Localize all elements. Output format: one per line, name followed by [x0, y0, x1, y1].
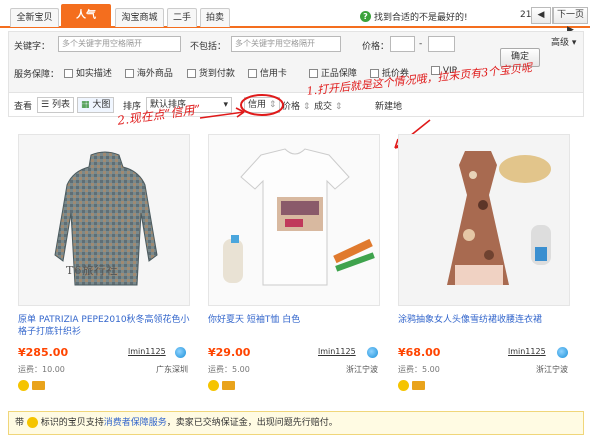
protection-icon — [208, 380, 219, 391]
location: 浙江宁波 — [346, 365, 378, 374]
tshirt-photo — [223, 148, 375, 286]
product-image[interactable] — [398, 134, 570, 306]
protection-icon — [398, 380, 409, 391]
circle-mark — [240, 94, 284, 116]
location: 浙江宁波 — [536, 365, 568, 374]
prev-arrow-button[interactable]: ◀ — [531, 7, 551, 24]
tab-popular[interactable]: 人气 — [61, 4, 111, 27]
price-label: 价格： — [362, 42, 390, 52]
find-tip[interactable]: ? 找到合适的不是最好的! — [360, 10, 468, 23]
price-dash: - — [419, 39, 423, 49]
wangwang-icon[interactable] — [367, 347, 378, 358]
credit-card-icon — [412, 381, 425, 390]
notice-suffix: ，卖家已交纳保证金，出现问题先行赔付。 — [166, 418, 338, 428]
wangwang-icon[interactable] — [175, 347, 186, 358]
keyword-label: 关键字： — [14, 42, 51, 52]
consumer-protection-link[interactable]: 消费者保障服务 — [104, 418, 167, 428]
notice-prefix: 带 — [15, 418, 25, 428]
protection-icon — [18, 380, 29, 391]
seller-name[interactable]: lmin1125 — [318, 347, 356, 356]
shipping-fee: 运费：5.00 — [208, 365, 250, 374]
price-max-input[interactable] — [428, 36, 455, 52]
product-price: ¥29.00 — [208, 346, 251, 359]
keyword-input[interactable]: 多个关键字用空格隔开 — [58, 36, 181, 52]
location: 广东深圳 — [156, 365, 188, 374]
notice-text: 标识的宝贝支持 — [40, 418, 104, 428]
question-icon: ? — [360, 11, 371, 22]
tab-new-items[interactable]: 全新宝贝 — [10, 8, 59, 27]
credit-card-icon — [32, 381, 45, 390]
tab-auction[interactable]: 拍卖 — [200, 8, 230, 27]
product-title[interactable]: 原单 PATRIZIA PEPE2010秋冬高领花色小格子打底针织衫 — [18, 314, 193, 338]
advanced-toggle[interactable]: 高级 ▾ — [551, 35, 576, 48]
credit-card-icon — [222, 381, 235, 390]
product-price: ¥285.00 — [18, 346, 69, 359]
find-tip-text: 找到合适的不是最好的! — [374, 13, 468, 23]
chevron-down-icon: ▾ — [571, 38, 577, 48]
tab-tmall[interactable]: 淘宝商城 — [115, 8, 164, 27]
exclude-label: 不包括： — [190, 42, 227, 52]
wangwang-icon[interactable] — [557, 347, 568, 358]
exclude-input[interactable]: 多个关键字用空格隔开 — [231, 36, 341, 52]
tab-second-hand[interactable]: 二手 — [167, 8, 197, 27]
product-image[interactable] — [208, 134, 380, 306]
dress-photo — [447, 151, 551, 285]
product-title[interactable]: 涂鸦抽象女人头像雪纺裙收腰连衣裙 — [398, 314, 573, 326]
seller-name[interactable]: lmin1125 — [128, 347, 166, 356]
product-title[interactable]: 你好夏天 短袖T恤 白色 — [208, 314, 383, 326]
sweater-photo — [54, 151, 158, 286]
guarantee-notice: 带 标识的宝贝支持消费者保障服务，卖家已交纳保证金，出现问题先行赔付。 — [8, 411, 584, 435]
shipping-fee: 运费：10.00 — [18, 365, 65, 374]
next-page-button[interactable]: 下一页 ▶ — [553, 7, 588, 35]
product-price: ¥68.00 — [398, 346, 441, 359]
product-image[interactable] — [18, 134, 190, 306]
shipping-fee: 运费：5.00 — [398, 365, 440, 374]
price-min-input[interactable] — [390, 36, 415, 52]
protection-icon — [26, 417, 38, 428]
watermark: T6旅行社 — [66, 264, 119, 277]
seller-name[interactable]: lmin1125 — [508, 347, 546, 356]
